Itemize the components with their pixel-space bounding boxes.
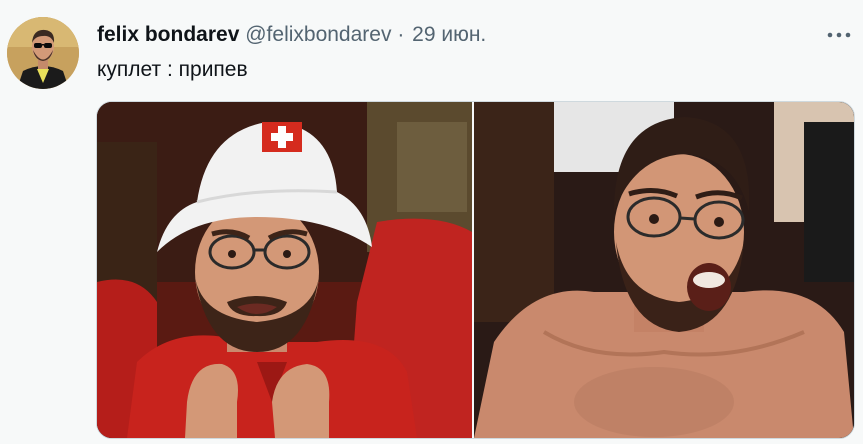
tweet-date[interactable]: 29 июн. [412,23,486,46]
media-photo-1[interactable] [97,102,472,438]
tweet-text: куплет : припев [97,58,248,81]
media-grid [96,101,855,439]
more-horizontal-icon [827,32,851,38]
media-photo-2[interactable] [474,102,854,438]
author-name[interactable]: felix bondarev [97,23,239,46]
tweet-header: felix bondarev @felixbondarev · 29 июн. [97,22,486,48]
more-button[interactable] [826,26,852,44]
header-separator: · [397,23,405,46]
tweet[interactable]: felix bondarev @felixbondarev · 29 июн. … [0,0,863,444]
avatar[interactable] [7,17,79,89]
author-handle[interactable]: @felixbondarev [245,23,391,46]
